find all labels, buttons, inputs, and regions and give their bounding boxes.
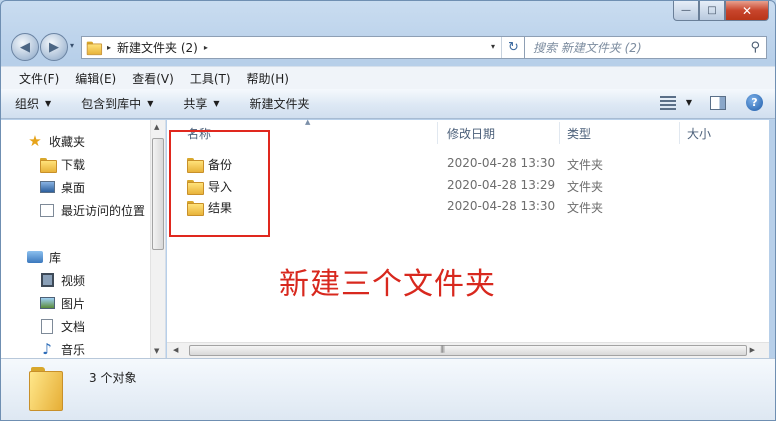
details-pane: 3 个对象 bbox=[1, 358, 775, 420]
file-type: 文件夹 bbox=[567, 158, 604, 172]
sidebar-item-desktop[interactable]: 桌面 bbox=[39, 176, 85, 198]
chevron-down-icon: ▼ bbox=[45, 99, 52, 108]
address-row: ◀ ▶ ▾ ▸ 新建文件夹 (2) ▸ ▾ ↻ 搜索 新建文件夹 (2) ⚲ bbox=[9, 33, 767, 61]
library-icon bbox=[27, 250, 43, 265]
file-type: 文件夹 bbox=[567, 180, 604, 194]
menu-file[interactable]: 文件(F) bbox=[11, 70, 67, 87]
menu-edit[interactable]: 编辑(E) bbox=[67, 70, 124, 87]
address-dropdown-icon[interactable]: ▾ bbox=[491, 42, 495, 51]
search-input[interactable]: 搜索 新建文件夹 (2) ⚲ bbox=[524, 36, 767, 59]
scroll-right-icon[interactable]: ▶ bbox=[750, 346, 755, 354]
sidebar-item-label: 最近访问的位置 bbox=[61, 203, 146, 218]
sidebar-item-label: 视频 bbox=[61, 273, 86, 288]
picture-icon bbox=[39, 296, 55, 311]
menu-view[interactable]: 查看(V) bbox=[124, 70, 182, 87]
folder-icon bbox=[86, 41, 103, 56]
close-button[interactable]: ✕ bbox=[725, 1, 769, 21]
annotation-text: 新建三个文件夹 bbox=[279, 267, 496, 302]
scroll-down-icon[interactable]: ▼ bbox=[154, 347, 159, 355]
column-divider[interactable] bbox=[559, 122, 560, 144]
sidebar-item-downloads[interactable]: 下载 bbox=[39, 153, 85, 175]
file-type: 文件夹 bbox=[567, 201, 604, 215]
scroll-up-icon[interactable]: ▲ bbox=[154, 123, 159, 131]
back-button[interactable]: ◀ bbox=[11, 33, 39, 61]
scrollbar-thumb[interactable] bbox=[152, 138, 164, 250]
file-list-pane: ▲ 名称 修改日期 类型 大小 备份 2020-04-28 13:30 文件夹 … bbox=[167, 118, 769, 358]
command-bar: 组织 ▼ 包含到库中 ▼ 共享 ▼ 新建文件夹 ▼ ? bbox=[1, 89, 775, 119]
recent-places-icon bbox=[39, 203, 55, 218]
column-divider[interactable] bbox=[437, 122, 438, 144]
annotation-highlight-box bbox=[169, 130, 270, 237]
explorer-window: — □ ✕ ◀ ▶ ▾ ▸ 新建文件夹 (2) ▸ ▾ ↻ 搜索 新建文件夹 (… bbox=[0, 0, 776, 421]
forward-button[interactable]: ▶ bbox=[40, 33, 68, 61]
window-caption-buttons: — □ ✕ bbox=[673, 1, 769, 21]
share-button[interactable]: 共享 ▼ bbox=[183, 95, 219, 112]
sidebar-item-label: 桌面 bbox=[61, 180, 86, 195]
share-label: 共享 bbox=[183, 97, 208, 111]
preview-pane-icon[interactable] bbox=[710, 95, 726, 110]
video-icon bbox=[39, 273, 55, 288]
column-divider[interactable] bbox=[679, 122, 680, 144]
desktop-icon bbox=[39, 180, 55, 195]
menu-help[interactable]: 帮助(H) bbox=[239, 70, 297, 87]
chevron-down-icon: ▼ bbox=[147, 99, 154, 108]
breadcrumb-current-folder[interactable]: 新建文件夹 (2) bbox=[117, 39, 198, 56]
music-note-icon: ♪ bbox=[42, 340, 52, 358]
menu-bar: 文件(F) 编辑(E) 查看(V) 工具(T) 帮助(H) bbox=[1, 66, 775, 89]
organize-button[interactable]: 组织 ▼ bbox=[15, 95, 51, 112]
document-icon bbox=[39, 318, 55, 334]
sidebar-favorites-label: 收藏夹 bbox=[49, 134, 86, 149]
large-folder-icon bbox=[29, 367, 63, 411]
breadcrumb-separator-icon[interactable]: ▸ bbox=[204, 43, 208, 52]
sidebar-item-documents[interactable]: 文档 bbox=[39, 315, 85, 337]
horizontal-scrollbar[interactable]: ◀ ||| ▶ bbox=[167, 342, 769, 358]
help-icon[interactable]: ? bbox=[746, 94, 763, 111]
search-icon[interactable]: ⚲ bbox=[750, 40, 760, 55]
minimize-button[interactable]: — bbox=[673, 1, 699, 21]
star-icon: ★ bbox=[28, 132, 42, 150]
column-header-date-modified[interactable]: 修改日期 bbox=[447, 125, 495, 142]
sidebar-item-label: 下载 bbox=[61, 157, 86, 172]
file-date: 2020-04-28 13:30 bbox=[447, 156, 556, 170]
sidebar-item-recent-places[interactable]: 最近访问的位置 bbox=[39, 199, 145, 221]
new-folder-label: 新建文件夹 bbox=[249, 97, 310, 111]
maximize-button[interactable]: □ bbox=[699, 1, 725, 21]
item-count: 3 个对象 bbox=[89, 371, 137, 385]
scrollbar-thumb[interactable] bbox=[189, 345, 747, 356]
sidebar-item-label: 文档 bbox=[61, 319, 86, 334]
file-date: 2020-04-28 13:30 bbox=[447, 199, 556, 213]
sidebar-item-label: 音乐 bbox=[61, 342, 86, 357]
column-header-size[interactable]: 大小 bbox=[687, 125, 711, 142]
breadcrumb-separator-icon[interactable]: ▸ bbox=[107, 43, 111, 52]
chevron-down-icon: ▼ bbox=[213, 99, 220, 108]
address-bar[interactable]: ▸ 新建文件夹 (2) ▸ ▾ ↻ bbox=[81, 36, 526, 59]
navigation-pane: ★ 收藏夹 下载 桌面 最近访问的位置 库 视频 图片 文档 ♪ 音乐 ▲ ▼ bbox=[1, 120, 166, 358]
recent-pages-dropdown-icon[interactable]: ▾ bbox=[70, 41, 74, 50]
file-date: 2020-04-28 13:29 bbox=[447, 178, 556, 192]
sidebar-favorites[interactable]: ★ 收藏夹 bbox=[27, 130, 85, 152]
new-folder-button[interactable]: 新建文件夹 bbox=[250, 95, 310, 112]
scrollbar-grip-icon: ||| bbox=[440, 345, 445, 353]
menu-tools[interactable]: 工具(T) bbox=[182, 70, 239, 87]
sort-ascending-icon: ▲ bbox=[305, 118, 311, 126]
view-options-icon[interactable] bbox=[659, 95, 676, 110]
chevron-down-icon[interactable]: ▼ bbox=[686, 98, 692, 107]
view-controls: ▼ ? bbox=[659, 94, 763, 111]
include-in-library-button[interactable]: 包含到库中 ▼ bbox=[81, 95, 153, 112]
include-in-library-label: 包含到库中 bbox=[81, 97, 142, 111]
column-header-type[interactable]: 类型 bbox=[567, 125, 591, 142]
sidebar-item-music[interactable]: ♪ 音乐 bbox=[39, 338, 85, 360]
search-placeholder: 搜索 新建文件夹 (2) bbox=[533, 41, 642, 55]
downloads-folder-icon bbox=[39, 157, 57, 173]
sidebar-libraries[interactable]: 库 bbox=[27, 246, 61, 268]
sidebar-item-videos[interactable]: 视频 bbox=[39, 269, 85, 291]
refresh-icon[interactable]: ↻ bbox=[501, 37, 525, 58]
sidebar-libraries-label: 库 bbox=[49, 250, 62, 265]
sidebar-item-pictures[interactable]: 图片 bbox=[39, 292, 85, 314]
navigation-scrollbar[interactable]: ▲ ▼ bbox=[150, 120, 165, 358]
organize-label: 组织 bbox=[15, 97, 40, 111]
scroll-left-icon[interactable]: ◀ bbox=[173, 346, 178, 354]
sidebar-item-label: 图片 bbox=[61, 296, 86, 311]
